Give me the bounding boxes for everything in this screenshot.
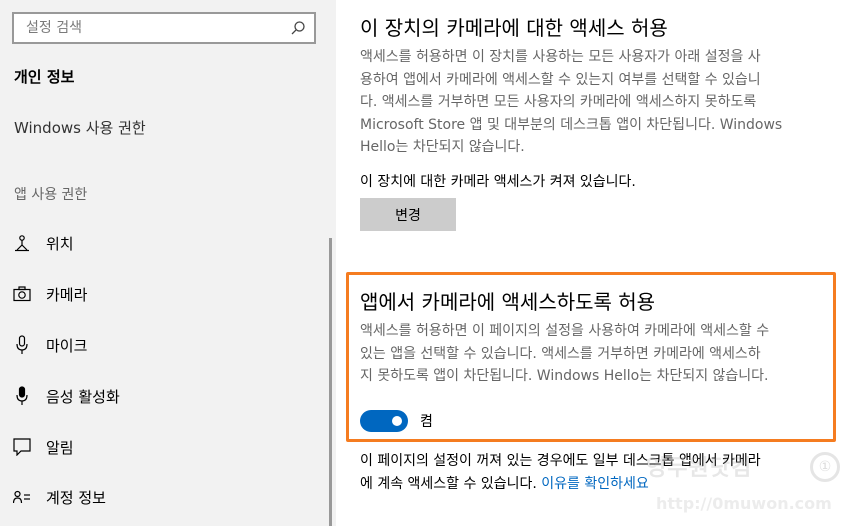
sidebar-item-label: 마이크 (46, 336, 88, 355)
footer-note: 이 페이지의 설정이 꺼져 있는 경우에도 일부 데스크톱 앱에서 카메라 에 … (360, 450, 832, 495)
search-icon[interactable] (290, 20, 306, 36)
privacy-heading: 개인 정보 (14, 68, 75, 86)
footer-line-text: 에 계속 액세스할 수 있습니다. (360, 475, 537, 492)
sidebar-item-label: 알림 (46, 438, 74, 457)
sidebar-item-voice-activation[interactable]: 음성 활성화 (0, 376, 320, 416)
footer-line: 이 페이지의 설정이 꺼져 있는 경우에도 일부 데스크톱 앱에서 카메라 (360, 453, 761, 469)
sidebar-item-label: 카메라 (46, 285, 88, 304)
sidebar-item-label: 음성 활성화 (46, 387, 120, 406)
description-line: Microsoft Store 앱 및 대부분의 데스크톱 앱이 차단됩니다. … (360, 116, 783, 133)
description-line: 있는 앱을 선택할 수 있습니다. 액세스를 거부하면 카메라에 액세스하 (360, 345, 761, 362)
location-icon (12, 233, 32, 253)
search-box[interactable] (12, 12, 316, 44)
description-line: 다. 액세스를 거부하면 모든 사용자의 카메라에 액세스하지 못하도록 (360, 94, 757, 110)
sidebar-item-account-info[interactable]: 계정 정보 (0, 477, 320, 517)
camera-icon (12, 284, 32, 304)
sidebar: 개인 정보 Windows 사용 권한 앱 사용 권한 위치 카메라 (0, 0, 336, 526)
device-access-title: 이 장치의 카메라에 대한 액세스 허용 (360, 16, 668, 40)
app-permissions-section-label: 앱 사용 권한 (14, 187, 88, 203)
footer-line: 에 계속 액세스할 수 있습니다. 이유를 확인하세요 (360, 473, 832, 496)
description-line: 용하여 앱에서 카메라에 액세스할 수 있는지 여부를 선택할 수 있습니 (360, 71, 761, 88)
account-info-icon (12, 487, 32, 507)
device-access-description: 액세스를 허용하면 이 장치를 사용하는 모든 사용자가 아래 설정을 사 용하… (360, 46, 832, 159)
toggle-knob (392, 416, 402, 426)
sidebar-item-label: 위치 (46, 234, 74, 253)
app-access-title: 앱에서 카메라에 액세스하도록 허용 (360, 290, 656, 314)
description-line: 지 못하도록 앱이 차단됩니다. Windows Hello는 차단되지 않습니… (360, 368, 769, 384)
toggle-state-label: 켬 (420, 414, 433, 430)
windows-permissions-link[interactable]: Windows 사용 권한 (14, 117, 146, 138)
search-input[interactable] (14, 14, 284, 42)
microphone-icon (12, 335, 32, 355)
sidebar-item-label: 계정 정보 (46, 488, 106, 507)
app-access-toggle[interactable] (360, 410, 408, 432)
description-line: 액세스를 허용하면 이 페이지의 설정을 사용하여 카메라에 액세스할 수 (360, 323, 770, 339)
sidebar-item-camera[interactable]: 카메라 (0, 274, 320, 314)
watermark-url: http://0muwon.com (656, 494, 832, 513)
sidebar-item-microphone[interactable]: 마이크 (0, 325, 320, 365)
description-line: 액세스를 허용하면 이 장치를 사용하는 모든 사용자가 아래 설정을 사 (360, 49, 761, 65)
sidebar-item-location[interactable]: 위치 (0, 223, 320, 263)
description-line: Hello는 차단되지 않습니다. (360, 139, 525, 155)
sidebar-scrollbar[interactable] (329, 238, 332, 526)
main-content: 이 장치의 카메라에 대한 액세스 허용 액세스를 허용하면 이 장치를 사용하… (336, 0, 854, 526)
learn-why-link[interactable]: 이유를 확인하세요 (541, 476, 649, 492)
change-button[interactable]: 변경 (360, 198, 456, 231)
voice-activation-icon (12, 386, 32, 406)
device-access-status: 이 장치에 대한 카메라 액세스가 켜져 있습니다. (360, 174, 636, 190)
notifications-icon (12, 437, 32, 457)
app-access-description: 액세스를 허용하면 이 페이지의 설정을 사용하여 카메라에 액세스할 수 있는… (360, 320, 832, 388)
sidebar-item-notifications[interactable]: 알림 (0, 427, 320, 467)
